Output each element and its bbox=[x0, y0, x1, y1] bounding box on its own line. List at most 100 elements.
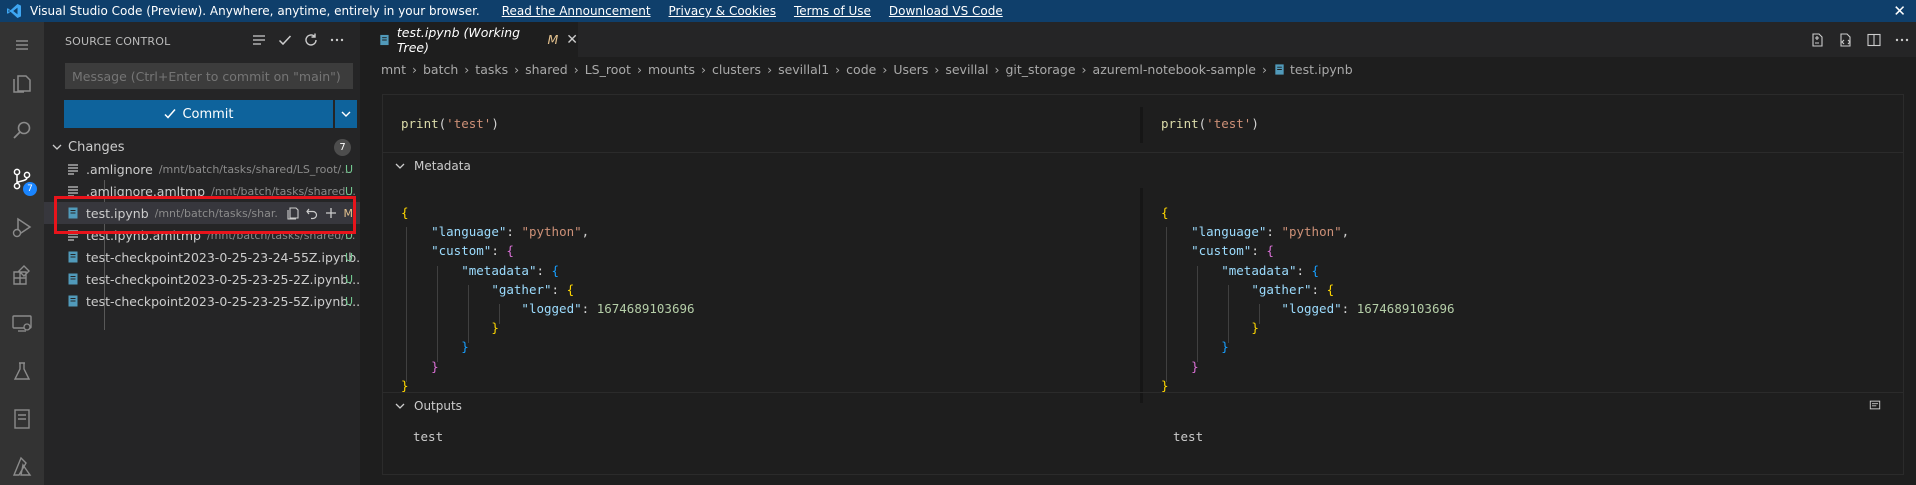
banner-title: Visual Studio Code (Preview). Anywhere, … bbox=[30, 4, 480, 18]
open-changes-button[interactable] bbox=[1804, 30, 1832, 50]
terms-link[interactable]: Terms of Use bbox=[794, 4, 871, 18]
editor-actions bbox=[1804, 30, 1916, 50]
breadcrumb-item[interactable]: LS_root bbox=[585, 62, 631, 77]
commit-button[interactable]: Commit bbox=[64, 100, 333, 128]
metadata-section-header[interactable]: Metadata bbox=[383, 152, 1903, 178]
cell-source-modified[interactable]: print('test') bbox=[1161, 116, 1259, 131]
sidebar-title: SOURCE CONTROL bbox=[65, 35, 171, 48]
refresh-icon bbox=[305, 33, 317, 46]
commit-message-input[interactable] bbox=[65, 63, 353, 89]
breadcrumb-separator-icon: › bbox=[882, 61, 888, 77]
tab-test-ipynb-working-tree[interactable]: test.ipynb (Working Tree) M ✕ bbox=[360, 22, 578, 57]
tab-title: test.ipynb (Working Tree) bbox=[396, 24, 521, 55]
notebook-icon bbox=[14, 409, 30, 429]
source-control-badge: 7 bbox=[23, 182, 37, 196]
tab-status: M bbox=[547, 32, 559, 47]
breadcrumb-item[interactable]: mounts bbox=[648, 62, 695, 77]
breadcrumb-item[interactable]: batch bbox=[423, 62, 458, 77]
changed-file-row[interactable]: test-checkpoint2023-0-25-23-25-5Z.ipynb.… bbox=[44, 290, 360, 312]
diff-divider bbox=[1140, 188, 1143, 403]
breadcrumb-separator-icon: › bbox=[767, 61, 773, 77]
output-view-icon[interactable] bbox=[1869, 399, 1881, 411]
remote-explorer-button[interactable] bbox=[0, 300, 44, 346]
file-status: U bbox=[344, 272, 353, 286]
breadcrumb-item[interactable]: shared bbox=[525, 62, 568, 77]
file-name: test-checkpoint2023-0-25-23-24-55Z.ipynb… bbox=[86, 249, 360, 265]
privacy-link[interactable]: Privacy & Cookies bbox=[669, 4, 776, 18]
download-link[interactable]: Download VS Code bbox=[889, 4, 1003, 18]
refresh-button[interactable] bbox=[298, 30, 324, 50]
open-file-button[interactable] bbox=[1832, 30, 1860, 50]
testing-button[interactable] bbox=[0, 348, 44, 394]
breadcrumb-item[interactable]: code bbox=[846, 62, 876, 77]
highlight-annotation-box bbox=[54, 196, 356, 234]
file-name: .amlignore bbox=[86, 161, 153, 177]
breadcrumb-separator-icon: › bbox=[464, 61, 470, 77]
breadcrumb-separator-icon: › bbox=[514, 61, 520, 77]
run-debug-button[interactable] bbox=[0, 204, 44, 250]
notebook-diff-view: print('test') print('test') Metadata { "… bbox=[382, 94, 1904, 475]
more-editor-actions-button[interactable] bbox=[1888, 30, 1916, 50]
changes-label: Changes bbox=[68, 139, 125, 155]
changed-file-row[interactable]: .amlignore /mnt/batch/tasks/shared/LS_ro… bbox=[44, 158, 360, 180]
breadcrumb-item[interactable]: test.ipynb bbox=[1290, 62, 1353, 77]
metadata-label: Metadata bbox=[414, 158, 471, 173]
search-button[interactable] bbox=[0, 108, 44, 154]
file-name: test-checkpoint2023-0-25-23-25-5Z.ipynb.… bbox=[86, 293, 360, 309]
breadcrumb-item[interactable]: azureml-notebook-sample bbox=[1093, 62, 1256, 77]
changes-group-header[interactable]: Changes 7 bbox=[44, 136, 360, 158]
source-control-sidebar: SOURCE CONTROL Commit Changes 7 .amligno… bbox=[44, 22, 360, 485]
output-original: test bbox=[413, 429, 444, 444]
chevron-down-icon bbox=[52, 144, 62, 150]
breadcrumb: mnt › batch › tasks › shared › LS_root › moun… bbox=[381, 58, 1353, 80]
breadcrumb-separator-icon: › bbox=[1262, 61, 1267, 77]
sidebar-actions bbox=[246, 30, 350, 50]
testing-icon bbox=[13, 362, 31, 380]
cell-source-row: print('test') print('test') bbox=[383, 95, 1903, 152]
cell-source-original[interactable]: print('test') bbox=[401, 116, 499, 131]
chevron-down-icon bbox=[395, 403, 405, 409]
breadcrumb-item[interactable]: clusters bbox=[712, 62, 761, 77]
more-actions-button[interactable] bbox=[324, 30, 350, 50]
announcement-link[interactable]: Read the Announcement bbox=[502, 4, 651, 18]
breadcrumb-item[interactable]: sevillal bbox=[945, 62, 988, 77]
run-debug-icon bbox=[12, 217, 32, 238]
outputs-label: Outputs bbox=[414, 398, 462, 413]
banner-close-button[interactable]: ✕ bbox=[1893, 2, 1906, 20]
outputs-section-header[interactable]: Outputs bbox=[383, 392, 1903, 418]
extensions-button[interactable] bbox=[0, 252, 44, 298]
breadcrumb-item[interactable]: tasks bbox=[475, 62, 508, 77]
commit-check-button[interactable] bbox=[272, 30, 298, 50]
chevron-down-icon bbox=[341, 111, 351, 117]
go-to-file-icon bbox=[1840, 33, 1851, 47]
editor-area: test.ipynb (Working Tree) M ✕ mnt › batch… bbox=[360, 22, 1916, 485]
tab-bar: test.ipynb (Working Tree) M ✕ bbox=[360, 22, 1916, 57]
text-file-icon bbox=[68, 164, 78, 175]
tab-close-button[interactable]: ✕ bbox=[566, 32, 578, 48]
view-as-list-button[interactable] bbox=[246, 30, 272, 50]
azure-button[interactable] bbox=[0, 444, 44, 485]
breadcrumb-separator-icon: › bbox=[701, 61, 707, 77]
breadcrumb-item[interactable]: git_storage bbox=[1006, 62, 1076, 77]
notebook-button[interactable] bbox=[0, 396, 44, 442]
breadcrumb-item[interactable]: Users bbox=[893, 62, 928, 77]
breadcrumb-separator-icon: › bbox=[934, 61, 940, 77]
commit-dropdown-button[interactable] bbox=[335, 100, 357, 128]
changed-file-row[interactable]: test-checkpoint2023-0-25-23-24-55Z.ipynb… bbox=[44, 246, 360, 268]
breadcrumb-item[interactable]: mnt bbox=[381, 62, 406, 77]
split-editor-button[interactable] bbox=[1860, 30, 1888, 50]
file-name: test-checkpoint2023-0-25-23-25-2Z.ipynb.… bbox=[86, 271, 360, 287]
notebook-file-icon bbox=[68, 251, 78, 263]
changed-file-row[interactable]: test-checkpoint2023-0-25-23-25-2Z.ipynb.… bbox=[44, 268, 360, 290]
source-control-button[interactable]: 7 bbox=[0, 156, 44, 202]
output-modified: test bbox=[1173, 429, 1204, 444]
breadcrumb-item[interactable]: sevillal1 bbox=[778, 62, 829, 77]
activity-bar: 7 bbox=[0, 22, 44, 485]
breadcrumb-separator-icon: › bbox=[573, 61, 579, 77]
file-status: U bbox=[344, 250, 353, 264]
metadata-json-modified[interactable]: { "language": "python", "custom": { "met… bbox=[1161, 203, 1455, 395]
explorer-button[interactable] bbox=[0, 60, 44, 106]
metadata-json-original[interactable]: { "language": "python", "custom": { "met… bbox=[401, 203, 695, 395]
breadcrumb-separator-icon: › bbox=[1081, 61, 1087, 77]
notebook-file-icon bbox=[1275, 63, 1284, 75]
